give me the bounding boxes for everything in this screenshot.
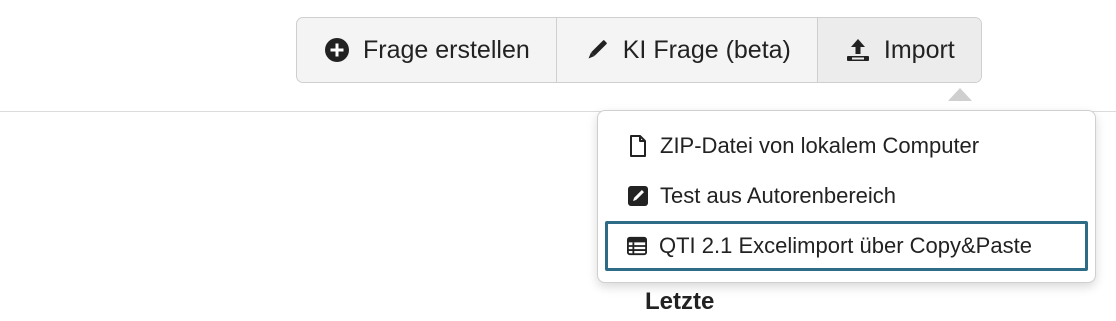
table-icon xyxy=(627,235,647,257)
menu-caret xyxy=(948,88,972,101)
ai-question-button[interactable]: KI Frage (beta) xyxy=(557,18,818,82)
menu-item-label: ZIP-Datei von lokalem Computer xyxy=(660,133,980,158)
plus-circle-icon xyxy=(323,36,351,64)
toolbar-button-group: Frage erstellen KI Frage (beta) Import xyxy=(296,17,982,83)
section-heading: Letzte xyxy=(645,288,715,315)
menu-item-author-test[interactable]: Test aus Autorenbereich xyxy=(606,174,1087,218)
create-question-label: Frage erstellen xyxy=(363,35,530,64)
upload-icon xyxy=(844,36,872,64)
import-label: Import xyxy=(883,35,955,64)
menu-item-label: Test aus Autorenbereich xyxy=(660,183,897,208)
import-button[interactable]: Import xyxy=(817,18,981,82)
edit-square-icon xyxy=(628,185,648,207)
pencil-icon xyxy=(583,36,611,64)
ai-question-label: KI Frage (beta) xyxy=(622,35,791,64)
menu-item-label: QTI 2.1 Excelimport über Copy&Paste xyxy=(659,233,1032,258)
import-dropdown-menu: ZIP-Datei von lokalem Computer Test aus … xyxy=(597,110,1096,283)
file-icon xyxy=(628,135,648,157)
menu-item-zip-import[interactable]: ZIP-Datei von lokalem Computer xyxy=(606,124,1087,168)
menu-item-qti-excel-import[interactable]: QTI 2.1 Excelimport über Copy&Paste xyxy=(605,221,1088,271)
create-question-button[interactable]: Frage erstellen xyxy=(297,18,557,82)
